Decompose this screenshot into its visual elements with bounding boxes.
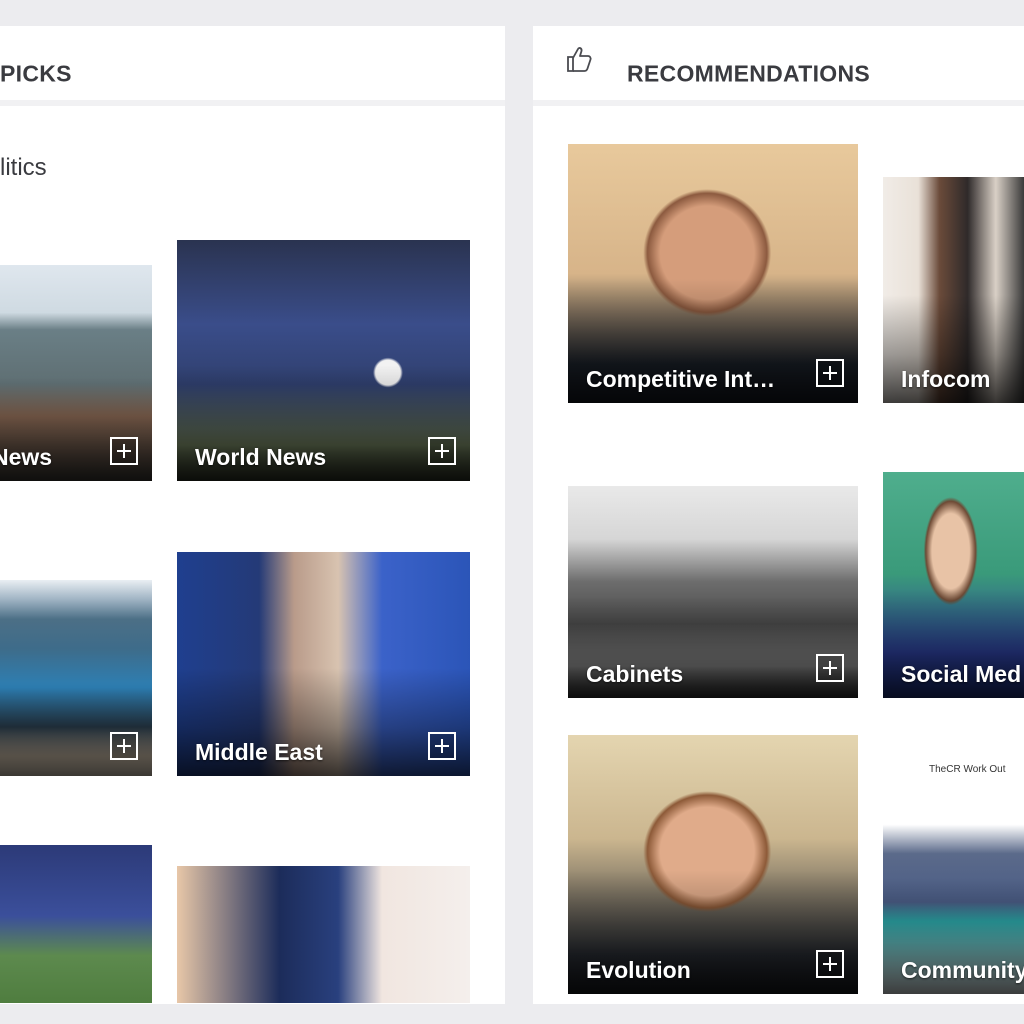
recommendations-title: RECOMMENDATIONS — [627, 60, 871, 87]
plus-icon[interactable] — [816, 654, 844, 682]
topic-tile[interactable]: World News — [177, 240, 470, 481]
recommendation-tile[interactable]: TheCR Work Out Community — [883, 752, 1024, 994]
tile-photo — [0, 845, 152, 1003]
tile-label: Infocom — [901, 366, 991, 392]
recommendations-header: RECOMMENDATIONS — [533, 26, 1024, 106]
tile-photo — [177, 866, 470, 1003]
recommendation-tile[interactable]: Cabinets — [568, 486, 858, 698]
recommendation-tile[interactable]: Infocom — [883, 177, 1024, 403]
tile-label: Cabinets — [586, 661, 684, 687]
recommendation-tile[interactable]: Competitive Int… — [568, 144, 858, 403]
recommendation-tile[interactable]: Social Med — [883, 472, 1024, 698]
plus-icon[interactable] — [816, 359, 844, 387]
plus-icon[interactable] — [110, 437, 138, 465]
tile-label: Social Med — [901, 661, 1022, 687]
plus-icon[interactable] — [110, 732, 138, 760]
topic-tile[interactable]: Middle East — [177, 552, 470, 776]
tile-label: Community — [901, 957, 1024, 983]
picks-title: PICKS — [0, 60, 72, 87]
topic-tile[interactable] — [0, 845, 152, 1003]
tile-label: Competitive Int… — [586, 366, 776, 392]
tile-label: News — [0, 444, 53, 470]
tile-label: Middle East — [195, 739, 323, 765]
topic-tile[interactable] — [0, 580, 152, 776]
section-title: litics — [0, 154, 47, 181]
tile-label: World News — [195, 444, 327, 470]
tile-label: Evolution — [586, 957, 691, 983]
recommendation-tile[interactable]: Evolution — [568, 735, 858, 994]
plus-icon[interactable] — [816, 950, 844, 978]
topic-tile[interactable]: News — [0, 265, 152, 481]
plus-icon[interactable] — [428, 437, 456, 465]
thumbs-up-icon — [567, 47, 592, 72]
topic-tile[interactable] — [177, 866, 470, 1003]
picks-header: PICKS — [0, 26, 505, 106]
plus-icon[interactable] — [428, 732, 456, 760]
tile-caption: TheCR Work Out — [929, 764, 1006, 775]
